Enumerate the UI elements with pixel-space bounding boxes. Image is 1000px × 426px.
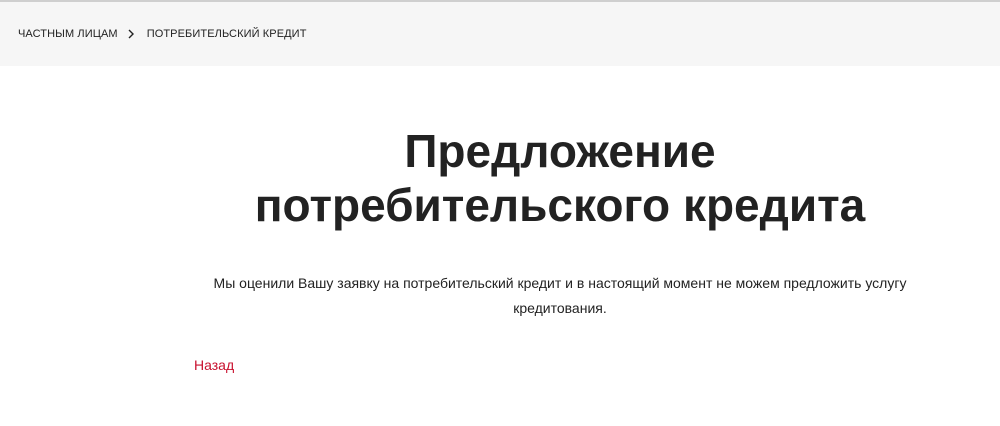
breadcrumb-item-private-persons[interactable]: ЧАСТНЫМ ЛИЦАМ — [18, 28, 118, 40]
page-title-line1: Предложение — [404, 125, 716, 177]
back-link[interactable]: Назад — [194, 356, 234, 374]
page-title: Предложение потребительского кредита — [0, 124, 1000, 232]
breadcrumb: ЧАСТНЫМ ЛИЦАМ ПОТРЕБИТЕЛЬСКИЙ КРЕДИТ — [0, 2, 1000, 66]
page-title-line2: потребительского кредита — [254, 179, 866, 231]
breadcrumb-item-consumer-credit: ПОТРЕБИТЕЛЬСКИЙ КРЕДИТ — [146, 28, 307, 40]
status-message: Мы оценили Вашу заявку на потребительски… — [213, 275, 907, 316]
chevron-right-icon — [127, 29, 135, 39]
